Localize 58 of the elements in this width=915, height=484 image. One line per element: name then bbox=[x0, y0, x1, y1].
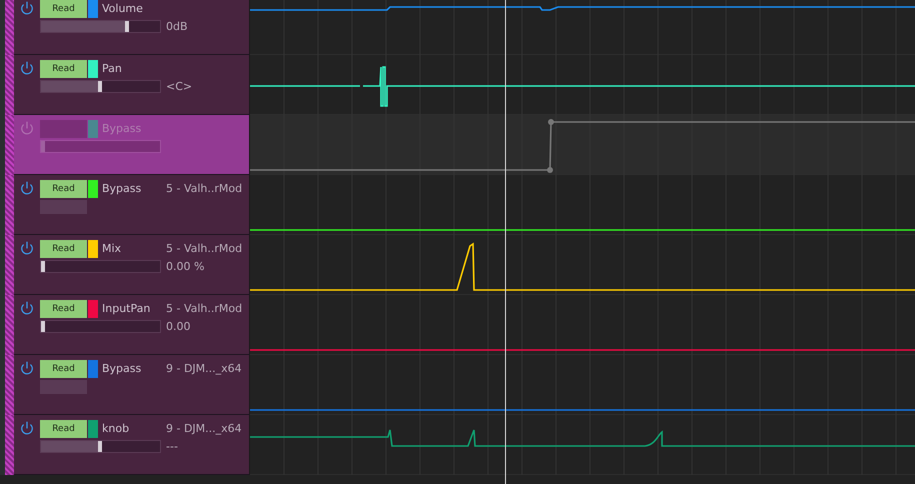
read-mode-button[interactable]: Read bbox=[40, 180, 87, 198]
slider-track[interactable] bbox=[40, 260, 161, 273]
slider-track[interactable] bbox=[40, 320, 161, 333]
track-header[interactable]: Read InputPan 5 - Valh..rMod 0.00 bbox=[14, 295, 250, 355]
automation-curve[interactable] bbox=[250, 6, 915, 11]
parameter-name: Pan bbox=[101, 61, 123, 77]
read-mode-button[interactable]: Read bbox=[40, 300, 87, 318]
slider-thumb[interactable] bbox=[98, 441, 102, 452]
parameter-value: 0.00 bbox=[166, 319, 192, 335]
plugin-name: 5 - Valh..rMod bbox=[166, 241, 244, 257]
track-header[interactable]: Read Mix 5 - Valh..rMod 0.00 % bbox=[14, 235, 250, 295]
automation-point[interactable] bbox=[548, 119, 554, 125]
power-icon[interactable] bbox=[20, 361, 34, 375]
slider-track[interactable] bbox=[40, 140, 161, 153]
plugin-name: 5 - Valh..rMod bbox=[166, 301, 244, 317]
power-icon[interactable] bbox=[20, 181, 34, 195]
parameter-name: Bypass bbox=[101, 121, 142, 137]
track-header[interactable]: Read Bypass 9 - DJM..._x64 bbox=[14, 355, 250, 415]
parameter-name: Mix bbox=[101, 241, 122, 257]
automation-lane[interactable] bbox=[250, 415, 915, 475]
read-mode-button[interactable]: Read bbox=[40, 420, 87, 438]
track-header[interactable]: Read Bypass 5 - Valh..rMod bbox=[14, 175, 250, 235]
read-mode-button[interactable]: Read bbox=[40, 60, 87, 78]
slider-thumb[interactable] bbox=[41, 321, 45, 332]
read-mode-button[interactable]: Read bbox=[40, 0, 87, 18]
slider-thumb[interactable] bbox=[41, 261, 45, 272]
power-icon[interactable] bbox=[20, 421, 34, 435]
slider-thumb[interactable] bbox=[124, 21, 129, 32]
power-icon[interactable] bbox=[20, 241, 34, 255]
parameter-value: --- bbox=[166, 439, 179, 455]
power-icon[interactable] bbox=[20, 301, 34, 315]
plugin-name: 9 - DJM..._x64 bbox=[166, 361, 243, 377]
parameter-value: 0dB bbox=[166, 19, 189, 35]
track-header[interactable]: Read Volume 0dB bbox=[14, 0, 250, 55]
parameter-name: Bypass bbox=[101, 181, 142, 197]
parameter-name: Volume bbox=[101, 1, 144, 17]
parameter-value: 0.00 % bbox=[166, 259, 206, 275]
plugin-name: 5 - Valh..rMod bbox=[166, 181, 244, 197]
automation-curve[interactable] bbox=[250, 429, 915, 447]
power-icon[interactable] bbox=[20, 1, 34, 15]
automation-lane[interactable] bbox=[250, 235, 915, 295]
track-header[interactable]: Read knob 9 - DJM..._x64 --- bbox=[14, 415, 250, 475]
slider-track[interactable] bbox=[40, 80, 161, 93]
track-header[interactable]: Read Pan <C> bbox=[14, 55, 250, 115]
slider-thumb[interactable] bbox=[98, 81, 102, 92]
read-mode-button[interactable]: Read bbox=[40, 240, 87, 258]
automation-lane[interactable] bbox=[250, 55, 915, 115]
read-mode-button[interactable]: Read bbox=[40, 360, 87, 378]
parameter-value: <C> bbox=[166, 79, 194, 95]
slider-track[interactable] bbox=[40, 20, 161, 33]
power-icon[interactable] bbox=[20, 61, 34, 75]
parameter-name: knob bbox=[101, 421, 130, 437]
parameter-name: InputPan bbox=[101, 301, 152, 317]
plugin-name: 9 - DJM..._x64 bbox=[166, 421, 243, 437]
slider-thumb[interactable] bbox=[41, 141, 45, 152]
automation-point[interactable] bbox=[547, 167, 553, 173]
slider-track[interactable] bbox=[40, 440, 161, 453]
parameter-name: Bypass bbox=[101, 361, 142, 377]
